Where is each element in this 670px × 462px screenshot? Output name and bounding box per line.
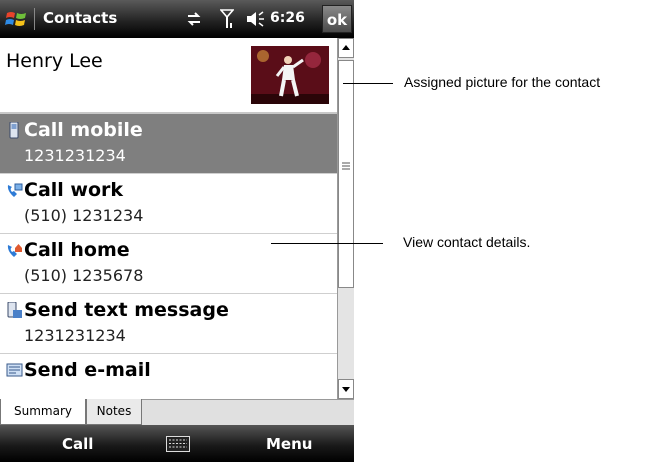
title-divider bbox=[34, 8, 35, 30]
app-title: Contacts bbox=[43, 9, 118, 27]
scroll-thumb[interactable] bbox=[338, 60, 354, 288]
ok-button[interactable]: ok bbox=[322, 5, 352, 33]
scroll-up-button[interactable] bbox=[338, 38, 354, 58]
item-value: (510) 1231234 bbox=[24, 206, 144, 225]
grip-icon bbox=[342, 162, 350, 170]
item-value: 1231231234 bbox=[24, 326, 126, 345]
contact-summary: Henry Lee Call mobile 1231231234 Call wo… bbox=[0, 38, 337, 399]
tab-summary[interactable]: Summary bbox=[0, 399, 86, 425]
vertical-scrollbar[interactable] bbox=[337, 38, 354, 399]
item-value: (510) 1235678 bbox=[24, 266, 144, 285]
menu-softkey[interactable]: Menu bbox=[266, 435, 312, 453]
tab-notes[interactable]: Notes bbox=[86, 399, 142, 425]
sync-arrows-icon[interactable] bbox=[186, 11, 202, 27]
item-value: 1231231234 bbox=[24, 146, 126, 165]
item-label: Call home bbox=[24, 239, 130, 261]
triangle-up-icon bbox=[342, 45, 350, 50]
signal-icon[interactable] bbox=[220, 9, 234, 29]
picture-annotation: Assigned picture for the contact bbox=[404, 74, 601, 90]
scroll-down-button[interactable] bbox=[338, 379, 354, 399]
work-phone-icon bbox=[7, 183, 23, 197]
details-annotation: View contact details. bbox=[403, 234, 531, 250]
contact-picture[interactable] bbox=[251, 46, 329, 104]
pocket-pc-screen: Contacts 6:26 ok Henry Lee Call mobile 1… bbox=[0, 0, 354, 462]
item-label: Send text message bbox=[24, 299, 229, 321]
triangle-down-icon bbox=[342, 387, 350, 392]
list-item-call-mobile[interactable]: Call mobile 1231231234 bbox=[0, 114, 337, 174]
list-item-send-email[interactable]: Send e-mail bbox=[0, 354, 337, 399]
picture-callout-line bbox=[343, 83, 393, 84]
list-item-send-text-message[interactable]: Send text message 1231231234 bbox=[0, 294, 337, 354]
home-phone-icon bbox=[7, 244, 22, 257]
mobile-phone-icon bbox=[9, 122, 19, 139]
call-softkey[interactable]: Call bbox=[62, 435, 93, 453]
clock-time[interactable]: 6:26 bbox=[270, 10, 305, 26]
softkey-bar: Call Menu bbox=[0, 425, 354, 462]
email-icon bbox=[6, 363, 23, 377]
contact-header: Henry Lee bbox=[0, 38, 337, 114]
details-callout-line bbox=[271, 243, 383, 244]
keyboard-icon[interactable] bbox=[166, 436, 190, 452]
windows-start-icon[interactable] bbox=[5, 7, 29, 31]
contact-name: Henry Lee bbox=[6, 50, 103, 72]
list-item-call-work[interactable]: Call work (510) 1231234 bbox=[0, 174, 337, 234]
text-message-icon bbox=[7, 302, 22, 318]
item-label: Call mobile bbox=[24, 119, 143, 141]
item-label: Send e-mail bbox=[24, 359, 151, 381]
tab-strip: Summary Notes bbox=[0, 399, 354, 426]
speaker-icon[interactable] bbox=[245, 10, 265, 28]
item-label: Call work bbox=[24, 179, 124, 201]
title-bar: Contacts 6:26 ok bbox=[0, 0, 354, 38]
performer-image bbox=[251, 46, 329, 104]
